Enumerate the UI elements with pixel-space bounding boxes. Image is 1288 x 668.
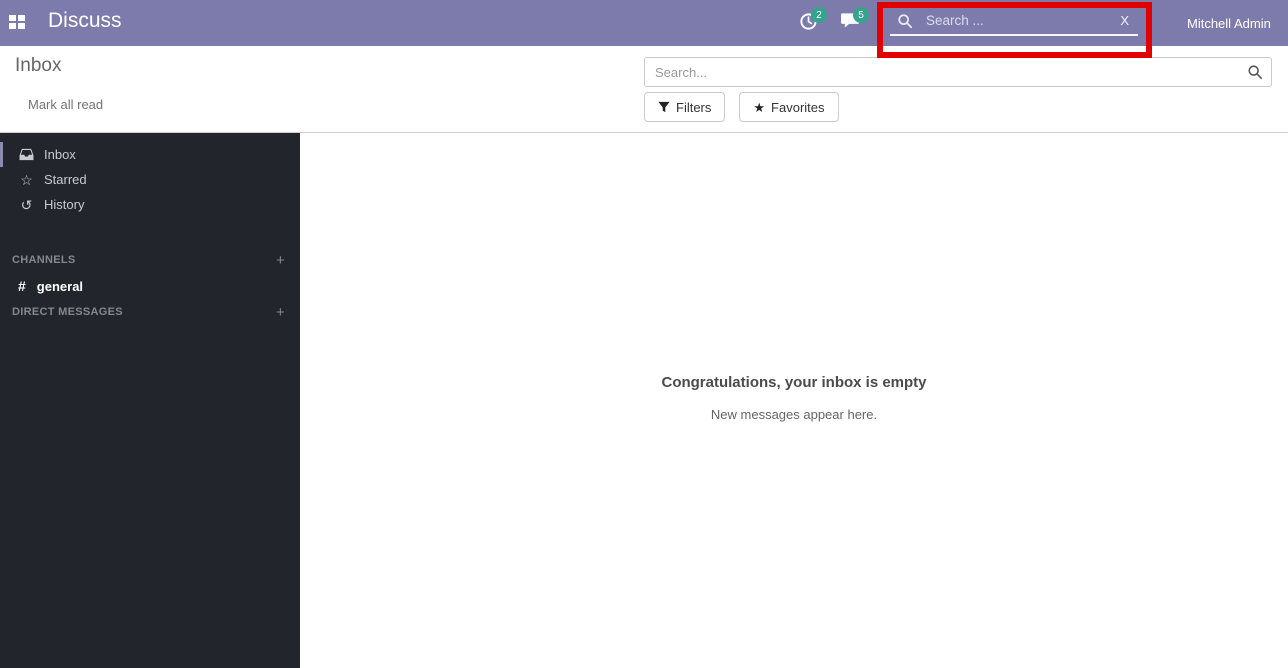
search-icon[interactable] [1247, 64, 1263, 80]
empty-state-subtitle: New messages appear here. [300, 407, 1288, 422]
messages-count-badge: 5 [853, 7, 869, 23]
sidebar-item-inbox[interactable]: Inbox [0, 142, 300, 167]
activity-count-badge: 2 [811, 7, 827, 23]
filter-funnel-icon [658, 101, 670, 113]
star-outline-icon: ☆ [18, 173, 35, 187]
mark-all-read-button[interactable]: Mark all read [28, 97, 103, 112]
add-channel-icon[interactable]: + [276, 252, 285, 269]
user-avatar [1157, 12, 1180, 35]
channels-section-header: CHANNELS + [0, 247, 300, 273]
mailbox-list: Inbox ☆ Starred ↺ History [0, 133, 300, 217]
sidebar-item-label: History [44, 197, 84, 212]
content-search-box [644, 57, 1272, 87]
inbox-thread-panel: Congratulations, your inbox is empty New… [300, 133, 1288, 668]
control-panel: Inbox Mark all read Filters ★ Favorites [0, 46, 1288, 133]
dm-section-label: DIRECT MESSAGES [12, 306, 123, 318]
breadcrumb[interactable]: Inbox [15, 55, 61, 77]
star-icon: ★ [753, 101, 765, 114]
systray-search-input[interactable] [926, 13, 1120, 28]
hash-icon: # [18, 278, 26, 294]
search-facet-buttons: Filters ★ Favorites [644, 92, 839, 122]
content-search-input[interactable] [644, 57, 1272, 87]
inbox-icon [18, 148, 35, 161]
sidebar-item-label: Inbox [44, 147, 76, 162]
favorites-button[interactable]: ★ Favorites [739, 92, 838, 122]
activity-menu-button[interactable]: 2 [799, 12, 825, 34]
top-navbar: Discuss 2 5 X Mitchell Admin [0, 0, 1288, 46]
sidebar-item-history[interactable]: ↺ History [0, 192, 300, 217]
filters-label: Filters [676, 100, 711, 115]
add-dm-icon[interactable]: + [276, 304, 285, 321]
search-icon [897, 13, 913, 29]
clear-search-icon[interactable]: X [1120, 13, 1129, 28]
channel-item-general[interactable]: # general [0, 273, 300, 299]
empty-state: Congratulations, your inbox is empty New… [300, 374, 1288, 422]
channel-label: general [37, 279, 83, 294]
apps-menu-icon[interactable] [9, 15, 25, 30]
empty-state-title: Congratulations, your inbox is empty [300, 374, 1288, 391]
sidebar-item-label: Starred [44, 172, 87, 187]
sidebar-item-starred[interactable]: ☆ Starred [0, 167, 300, 192]
user-name: Mitchell Admin [1187, 16, 1271, 31]
user-menu[interactable]: Mitchell Admin [1157, 0, 1271, 46]
dm-section-header: DIRECT MESSAGES + [0, 299, 300, 325]
app-title[interactable]: Discuss [48, 9, 122, 33]
filters-button[interactable]: Filters [644, 92, 725, 122]
messages-menu-button[interactable]: 5 [841, 12, 867, 34]
systray-search-box[interactable]: X [890, 7, 1138, 36]
channels-section-label: CHANNELS [12, 254, 76, 266]
discuss-sidebar: Inbox ☆ Starred ↺ History CHANNELS + # g… [0, 133, 300, 668]
favorites-label: Favorites [771, 100, 824, 115]
history-icon: ↺ [18, 198, 35, 212]
